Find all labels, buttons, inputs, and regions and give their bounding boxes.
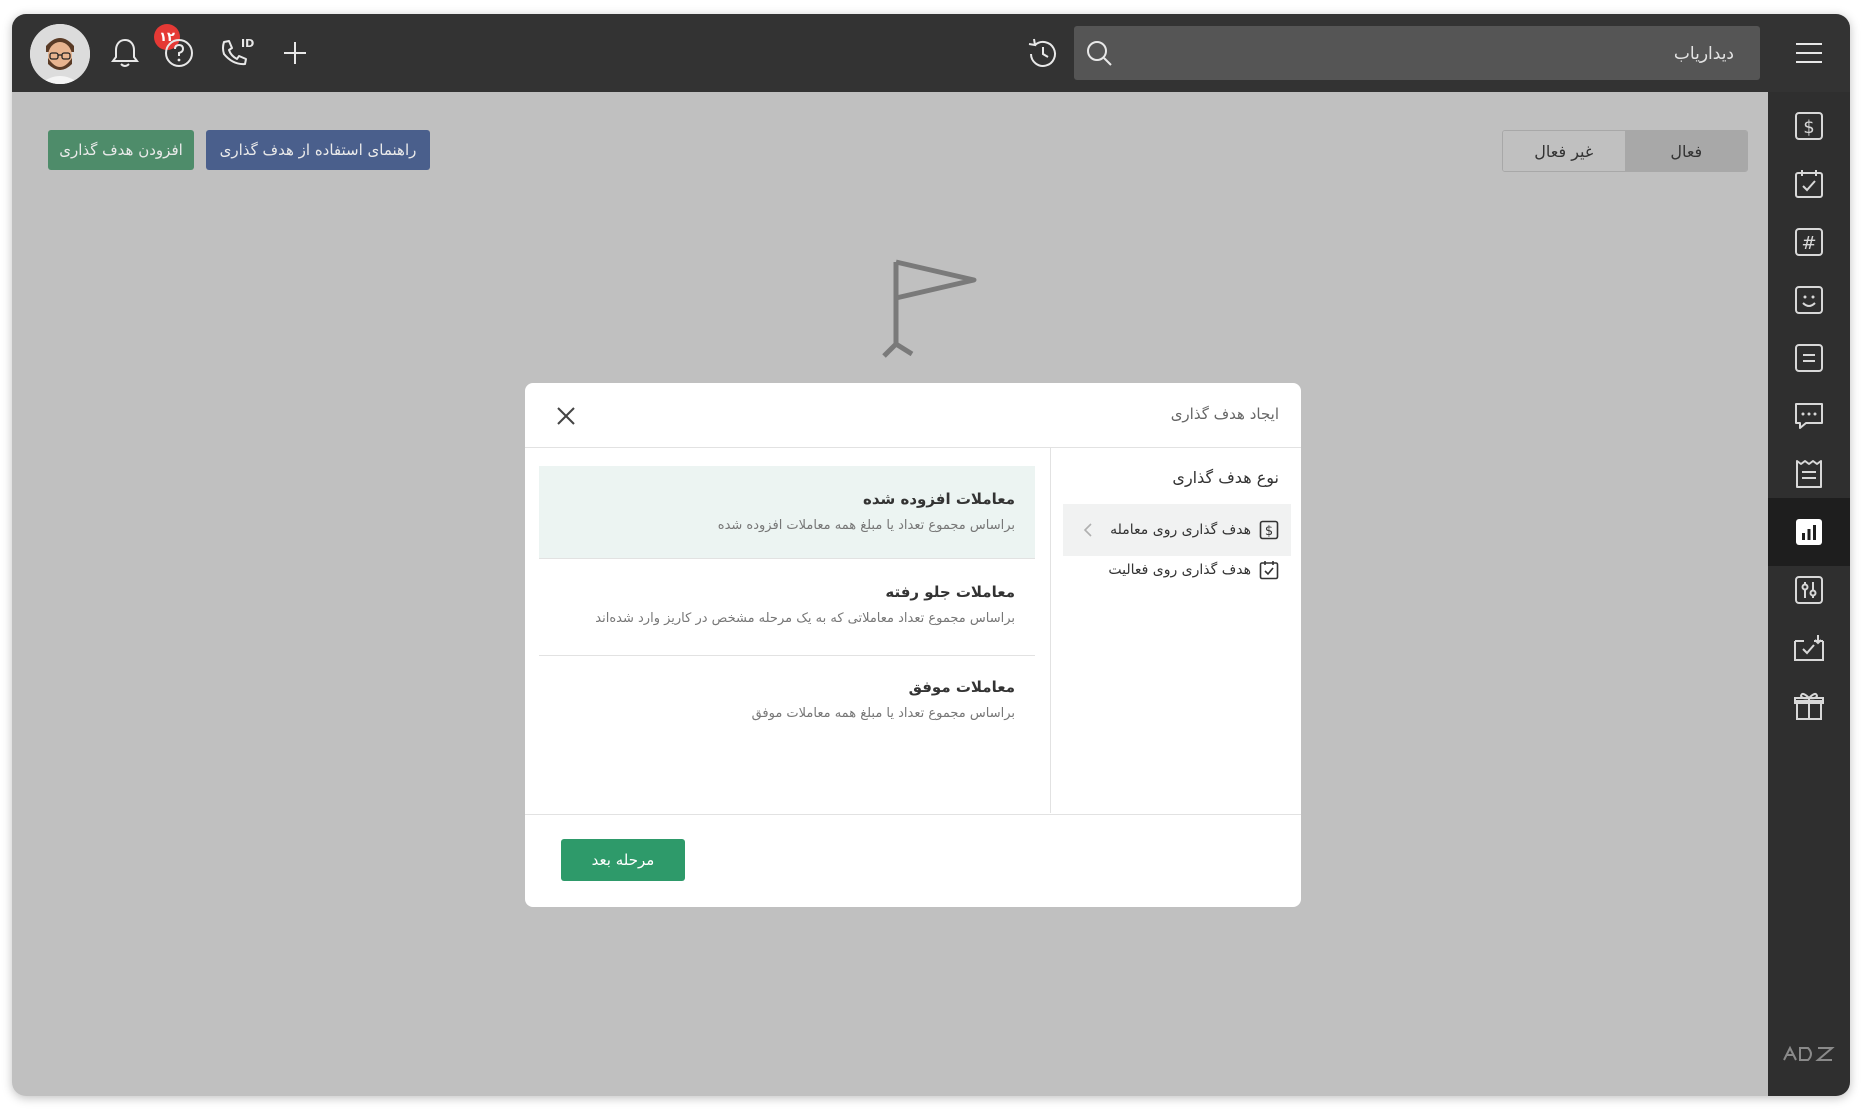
- goal-type-label: هدف گذاری روی معامله: [1110, 522, 1251, 538]
- dollar-icon: $: [1795, 112, 1823, 140]
- notifications-button[interactable]: [104, 32, 146, 74]
- close-icon[interactable]: [555, 405, 577, 427]
- option-description: براساس مجموع تعداد یا مبلغ همه معاملات م…: [751, 706, 1015, 721]
- option-deals-progressed[interactable]: معاملات جلو رفته براساس مجموع تعداد معام…: [539, 559, 1035, 656]
- goal-type-activity[interactable]: هدف گذاری روی فعالیت: [1063, 544, 1291, 596]
- option-description: براساس مجموع تعداد یا مبلغ همه معاملات ا…: [717, 518, 1015, 533]
- bar-chart-icon: [1796, 519, 1822, 545]
- create-goal-dialog: ایجاد هدف گذاری نوع هدف گذاری $ هدف گذار…: [525, 383, 1301, 907]
- tab-active[interactable]: فعال: [1625, 131, 1747, 171]
- dialog-title: ایجاد هدف گذاری: [1170, 405, 1279, 423]
- gift-icon: [1794, 692, 1824, 720]
- option-title: معاملات افزوده شده: [862, 490, 1015, 508]
- goal-options-list: معاملات افزوده شده براساس مجموع تعداد یا…: [539, 466, 1035, 752]
- svg-text:$: $: [1803, 117, 1814, 138]
- receipt-icon: [1796, 460, 1822, 488]
- caller-id-button[interactable]: ID: [216, 32, 258, 74]
- status-toggle: فعال غیر فعال: [1502, 130, 1748, 172]
- bell-icon: [111, 38, 139, 67]
- goal-type-label: هدف گذاری روی فعالیت: [1108, 562, 1251, 578]
- sliders-icon: [1795, 576, 1823, 604]
- notes-icon: [1795, 344, 1823, 372]
- caller-id-icon: ID: [222, 37, 254, 66]
- tab-inactive[interactable]: غیر فعال: [1503, 131, 1626, 171]
- app-window: ۱۲ ID دیداریاب $ # افزودن هدف گذاری راهن…: [12, 14, 1850, 1096]
- add-goal-button[interactable]: افزودن هدف گذاری: [48, 130, 194, 170]
- goal-type-heading: نوع هدف گذاری: [1172, 468, 1279, 487]
- dollar-icon: $: [1259, 520, 1279, 540]
- add-button[interactable]: [274, 32, 316, 74]
- dialog-footer: مرحله بعد: [525, 814, 1301, 907]
- svg-text:$: $: [1265, 524, 1273, 539]
- brand-logo: [1782, 1044, 1836, 1068]
- help-button[interactable]: [158, 32, 200, 74]
- menu-button[interactable]: [1786, 34, 1832, 72]
- task-sync-icon: [1794, 635, 1824, 661]
- option-deals-won[interactable]: معاملات موفق براساس مجموع تعداد یا مبلغ …: [539, 656, 1035, 752]
- option-title: معاملات جلو رفته: [885, 583, 1015, 601]
- goal-type-panel: نوع هدف گذاری $ هدف گذاری روی معامله هدف…: [1050, 448, 1301, 813]
- history-button[interactable]: [1024, 35, 1062, 73]
- logo-icon: [1783, 1045, 1835, 1061]
- smiley-icon: [1795, 286, 1823, 314]
- chat-icon: [1795, 403, 1823, 429]
- svg-text:#: #: [1801, 233, 1816, 254]
- search-icon[interactable]: [1084, 38, 1114, 68]
- option-title: معاملات موفق: [908, 678, 1015, 696]
- avatar-image: [30, 24, 90, 84]
- sidebar-item-rewards[interactable]: [1768, 672, 1850, 740]
- add-icon: [284, 42, 306, 64]
- next-step-button[interactable]: مرحله بعد: [561, 839, 685, 881]
- empty-state-flag-icon: [872, 242, 982, 366]
- avatar[interactable]: [30, 24, 90, 84]
- calendar-check-icon: [1795, 170, 1823, 198]
- option-description: براساس مجموع تعداد معاملاتی که به یک مرح…: [595, 611, 1015, 626]
- history-icon: [1028, 38, 1056, 67]
- chevron-left-icon: [1083, 523, 1092, 537]
- search-input[interactable]: [1172, 26, 1736, 82]
- menu-icon: [1796, 43, 1822, 63]
- svg-text:ID: ID: [241, 37, 254, 50]
- top-bar: ۱۲ ID: [12, 14, 1850, 92]
- sidebar: $ #: [1768, 92, 1850, 1096]
- goal-guide-button[interactable]: راهنمای استفاده از هدف گذاری: [206, 130, 430, 170]
- search-bar: [1074, 26, 1760, 82]
- dialog-header: ایجاد هدف گذاری: [525, 383, 1301, 448]
- hashtag-icon: #: [1795, 228, 1823, 256]
- option-deals-added[interactable]: معاملات افزوده شده براساس مجموع تعداد یا…: [539, 466, 1035, 559]
- help-icon: [165, 39, 193, 67]
- calendar-check-icon: [1259, 561, 1279, 580]
